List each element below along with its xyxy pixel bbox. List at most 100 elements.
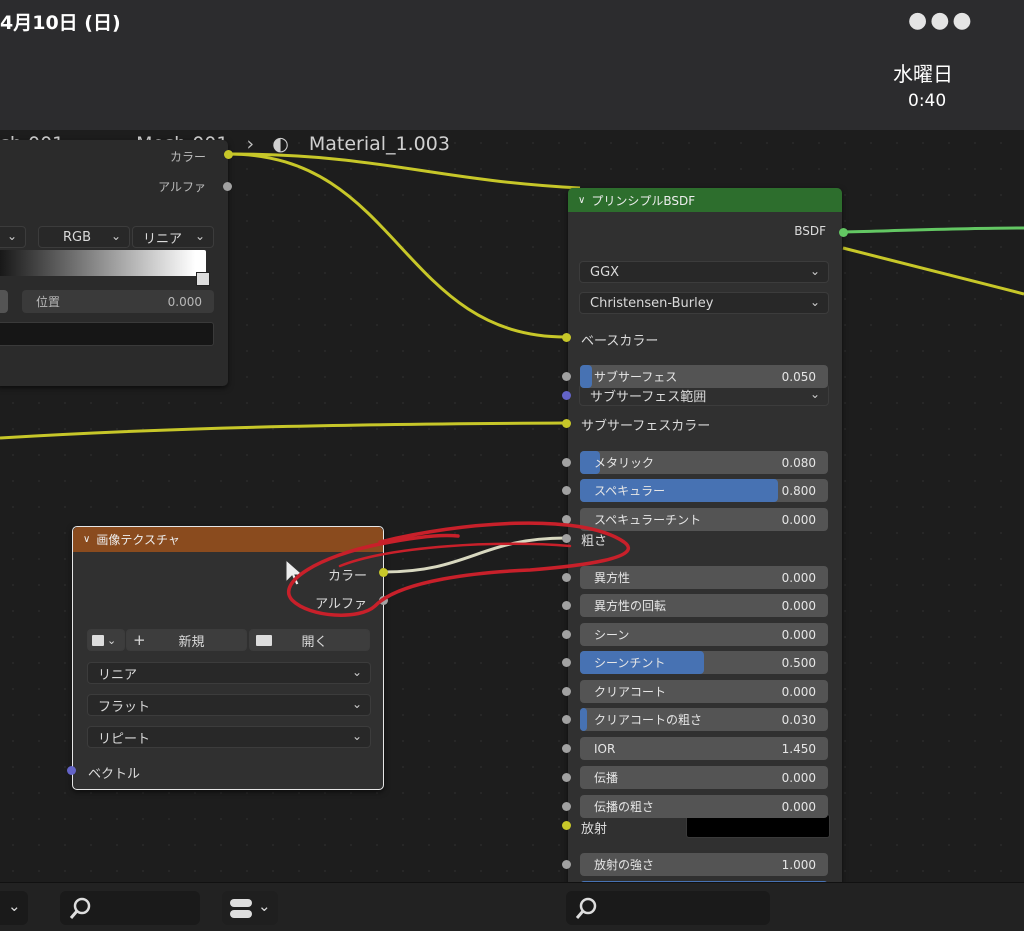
color-ramp-gradient[interactable]	[0, 250, 206, 276]
projection-dropdown[interactable]: フラット ⌄	[87, 694, 371, 716]
ramp-add-dropdown[interactable]: ⌄	[0, 226, 26, 248]
new-image-button[interactable]: + 新規	[126, 629, 247, 651]
socket-label-alpha: アルファ	[158, 180, 206, 194]
collapse-chevron-icon[interactable]: ∨	[578, 195, 585, 206]
field-label: サブサーフェス	[594, 370, 678, 384]
field-1[interactable]: メタリック 0.080	[580, 451, 828, 474]
field-value: 0.030	[781, 712, 816, 727]
field-label: 伝播の粗さ	[594, 800, 655, 814]
field-label: 放射の強さ	[594, 858, 655, 872]
collapse-chevron-icon[interactable]: ∨	[83, 534, 90, 545]
field-7[interactable]: シーンチント 0.500	[580, 651, 828, 674]
toggle-icon	[230, 899, 252, 907]
date-label: 4月10日 (日)	[0, 12, 121, 34]
socket-input[interactable]	[562, 715, 571, 724]
interpolation-dropdown[interactable]: リニア ⌄	[132, 226, 214, 248]
field-value: 0.000	[781, 799, 816, 814]
node-title: 画像テクスチャ	[96, 533, 180, 547]
link-base-color	[227, 152, 567, 339]
field-8[interactable]: クリアコート 0.000	[580, 680, 828, 703]
interpolation-dropdown[interactable]: リニア ⌄	[87, 662, 371, 684]
socket-input[interactable]	[562, 658, 571, 667]
field-value: 1.000	[781, 857, 816, 872]
subsurface-color-label: サブサーフェスカラー	[581, 419, 711, 434]
breadcrumb-material[interactable]: Material_1.003	[309, 133, 450, 155]
field-value: 0.050	[781, 369, 816, 384]
annotation-stroke	[338, 542, 572, 568]
subsurface-method-dropdown[interactable]: Christensen-Burley ⌄	[579, 292, 829, 314]
field-11[interactable]: 伝播 0.000	[580, 766, 828, 789]
field-value: 0.000	[781, 512, 816, 527]
field-6[interactable]: シーン 0.000	[580, 623, 828, 646]
chevron-down-icon: ⌄	[194, 229, 205, 243]
chevron-down-icon: ⌄	[110, 229, 121, 243]
socket-tex-vector-in[interactable]	[67, 766, 76, 775]
bottom-toolbar: ⌄ ⌄	[0, 882, 1024, 931]
distribution-dropdown[interactable]: GGX ⌄	[579, 261, 829, 283]
socket-emission[interactable]	[562, 821, 571, 830]
socket-input[interactable]	[562, 860, 571, 869]
search-icon	[575, 897, 597, 919]
color-ramp-node[interactable]: カラー アルファ ⌄ RGB ⌄ リニア ⌄ 位置 0.000	[0, 140, 232, 386]
socket-base-color[interactable]	[562, 333, 571, 342]
socket-alpha-out[interactable]	[223, 182, 232, 191]
image-browse-button[interactable]: ⌄	[87, 629, 125, 651]
vector-label: ベクトル	[88, 767, 141, 782]
interpolation-value: リニア	[98, 667, 138, 683]
link-bsdf-out	[842, 226, 1024, 234]
output-bsdf-label: BSDF	[794, 224, 826, 238]
link-color-top	[227, 152, 581, 190]
field-value: 0.000	[781, 598, 816, 613]
ramp-color-swatch[interactable]	[0, 322, 214, 346]
field-12[interactable]: 伝播の粗さ 0.000	[580, 795, 828, 818]
socket-input[interactable]	[562, 630, 571, 639]
weekday-label: 水曜日	[893, 62, 953, 86]
field-label: シーン	[594, 628, 630, 642]
field-value: 0.800	[781, 483, 816, 498]
chevron-right-icon: ›	[246, 133, 255, 155]
ramp-index-field[interactable]	[0, 290, 8, 313]
socket-input[interactable]	[562, 458, 571, 467]
socket-bsdf-out[interactable]	[839, 228, 848, 237]
field-13[interactable]: 放射の強さ 1.000	[580, 853, 828, 876]
field-value: 1.450	[781, 741, 816, 756]
principled-bsdf-header[interactable]: ∨ プリンシプルBSDF	[568, 188, 842, 212]
socket-input[interactable]	[562, 802, 571, 811]
extension-value: リピート	[98, 731, 151, 747]
projection-value: フラット	[98, 699, 151, 715]
chevron-down-icon: ⌄	[351, 697, 362, 711]
socket-subsurface-range[interactable]	[562, 391, 571, 400]
search-icon	[69, 897, 91, 919]
open-label: 開く	[301, 634, 328, 650]
ramp-stop-handle[interactable]	[196, 272, 210, 286]
field-9[interactable]: クリアコートの粗さ 0.030	[580, 708, 828, 731]
socket-input[interactable]	[562, 372, 571, 381]
color-mode-dropdown[interactable]: RGB ⌄	[38, 226, 130, 248]
socket-subsurface-color[interactable]	[562, 419, 571, 428]
field-value: 0.080	[781, 455, 816, 470]
ramp-position-field[interactable]: 位置 0.000	[22, 290, 214, 313]
socket-input[interactable]	[562, 687, 571, 696]
field-label: メタリック	[594, 456, 655, 470]
editor-type-menu[interactable]: ⌄	[0, 891, 28, 925]
socket-label-color: カラー	[169, 150, 206, 164]
annotation-circle	[287, 521, 630, 617]
more-dots-icon[interactable]: ●●●	[908, 8, 975, 33]
field-2[interactable]: スペキュラー 0.800	[580, 479, 828, 502]
distribution-value: GGX	[590, 264, 620, 280]
node-editor-canvas[interactable]: sh.001 › ⩔ Mesh.001 › ◐ Material_1.003 カ…	[0, 130, 1024, 882]
extension-dropdown[interactable]: リピート ⌄	[87, 726, 371, 748]
view-options-menu[interactable]: ⌄	[222, 891, 278, 925]
field-label: 伝播	[594, 771, 619, 785]
socket-color-out[interactable]	[224, 150, 233, 159]
socket-input[interactable]	[562, 744, 571, 753]
link-offscreen	[842, 246, 1024, 296]
field-0[interactable]: サブサーフェス 0.050	[580, 365, 828, 388]
search-field-right[interactable]	[566, 891, 770, 925]
search-field-left[interactable]	[60, 891, 200, 925]
socket-input[interactable]	[562, 773, 571, 782]
socket-input[interactable]	[562, 486, 571, 495]
chevron-down-icon: ⌄	[8, 897, 21, 915]
field-10[interactable]: IOR 1.450	[580, 737, 828, 760]
open-image-button[interactable]: 開く	[249, 629, 370, 651]
